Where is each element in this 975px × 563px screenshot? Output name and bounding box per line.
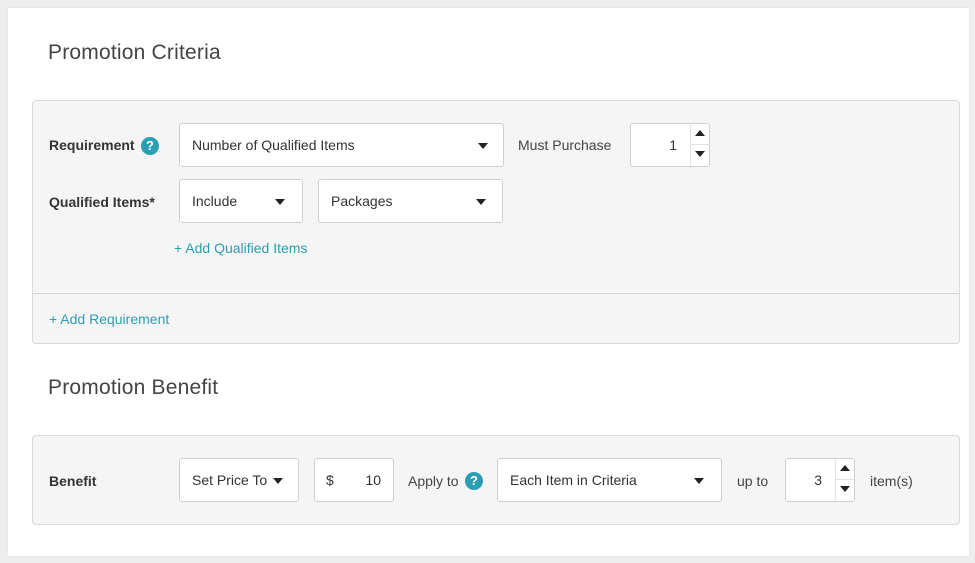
benefit-label: Benefit xyxy=(49,473,97,489)
caret-up-icon xyxy=(840,465,850,471)
caret-down-icon xyxy=(478,143,488,149)
price-value[interactable]: 10 xyxy=(365,459,381,501)
increment-button[interactable] xyxy=(691,124,709,145)
set-price-select[interactable]: Set Price To xyxy=(179,458,299,502)
qualified-items-label: Qualified Items* xyxy=(49,194,155,210)
requirement-label: Requirement xyxy=(49,137,135,153)
caret-down-icon xyxy=(694,478,704,484)
stepper-buttons xyxy=(835,459,854,501)
criteria-title: Promotion Criteria xyxy=(48,41,221,64)
increment-button[interactable] xyxy=(836,459,854,480)
apply-to-select-value: Each Item in Criteria xyxy=(510,472,637,488)
apply-to-label: Apply to xyxy=(408,473,459,489)
up-to-label: up to xyxy=(737,473,769,489)
stepper-buttons xyxy=(690,124,709,166)
currency-symbol: $ xyxy=(326,472,334,488)
apply-to-select[interactable]: Each Item in Criteria xyxy=(497,458,722,502)
packages-select[interactable]: Packages xyxy=(318,179,503,223)
apply-to-help-icon[interactable]: ? xyxy=(465,472,483,490)
must-purchase-stepper[interactable]: 1 xyxy=(630,123,710,167)
include-select-value: Include xyxy=(192,193,238,209)
caret-down-icon xyxy=(275,199,285,205)
caret-up-icon xyxy=(695,130,705,136)
requirement-select[interactable]: Number of Qualified Items xyxy=(179,123,504,167)
set-price-select-value: Set Price To xyxy=(192,472,268,488)
up-to-stepper[interactable]: 3 xyxy=(785,458,855,502)
packages-select-value: Packages xyxy=(331,193,393,209)
promotion-card: Promotion Criteria Requirement ? Number … xyxy=(8,8,969,556)
requirement-select-value: Number of Qualified Items xyxy=(192,137,355,153)
benefit-panel: Benefit Set Price To $ 10 Apply to ? Eac… xyxy=(32,435,960,525)
caret-down-icon xyxy=(476,199,486,205)
add-qualified-items-link[interactable]: + Add Qualified Items xyxy=(174,240,307,256)
caret-down-icon xyxy=(840,486,850,492)
add-requirement-link[interactable]: + Add Requirement xyxy=(49,311,169,327)
decrement-button[interactable] xyxy=(691,145,709,166)
must-purchase-label: Must Purchase xyxy=(518,137,612,153)
caret-down-icon xyxy=(273,478,283,484)
items-suffix: item(s) xyxy=(870,473,913,489)
price-input[interactable]: $ 10 xyxy=(314,458,394,502)
panel-divider xyxy=(33,293,959,294)
criteria-panel: Requirement ? Number of Qualified Items … xyxy=(32,100,960,344)
requirement-help-icon[interactable]: ? xyxy=(141,137,159,155)
decrement-button[interactable] xyxy=(836,480,854,501)
benefit-title: Promotion Benefit xyxy=(48,376,219,399)
include-select[interactable]: Include xyxy=(179,179,303,223)
caret-down-icon xyxy=(695,151,705,157)
must-purchase-value[interactable]: 1 xyxy=(669,124,677,166)
up-to-value[interactable]: 3 xyxy=(814,459,822,501)
